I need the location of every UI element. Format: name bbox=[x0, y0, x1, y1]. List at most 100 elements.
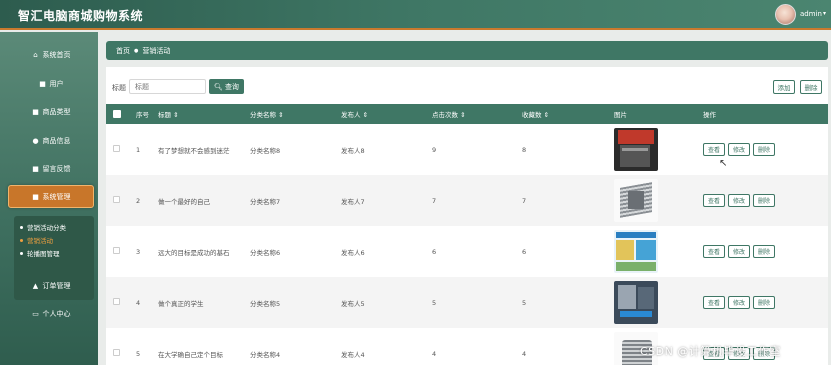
breadcrumb-home[interactable]: 首页 bbox=[116, 46, 130, 56]
cell-no: 3 bbox=[136, 247, 141, 256]
grid-icon: ■ bbox=[32, 164, 39, 173]
top-header: 智汇电脑商城购物系统 admin ▾ bbox=[0, 0, 831, 30]
col-image: 图片 bbox=[614, 111, 627, 119]
grid-icon: ■ bbox=[39, 79, 46, 88]
submenu-item-label: 营销活动分类 bbox=[27, 224, 66, 232]
submenu-item-activity[interactable]: 营销活动 bbox=[20, 235, 53, 245]
view-button[interactable]: 查看 bbox=[703, 296, 725, 309]
sidebar-item-home[interactable]: ⌂ 系统首页 bbox=[8, 43, 94, 66]
sidebar-item-label: 留言反馈 bbox=[42, 164, 71, 173]
table-row: 3 远大的目标是成功的基石 分类名称6 发布人6 6 6 查看 修改 删除 bbox=[106, 226, 828, 277]
edit-button[interactable]: 修改 bbox=[728, 296, 750, 309]
search-button[interactable]: 🔍︎ 查询 bbox=[209, 79, 244, 94]
app-title: 智汇电脑商城购物系统 bbox=[18, 9, 144, 23]
user-name[interactable]: admin bbox=[800, 10, 822, 18]
bullet-icon bbox=[20, 225, 23, 229]
cell-publisher: 发布人7 bbox=[341, 197, 365, 206]
sidebar-item-label: 系统管理 bbox=[42, 192, 71, 201]
cell-no: 1 bbox=[136, 145, 141, 154]
avatar[interactable] bbox=[775, 4, 796, 25]
cell-clicks: 4 bbox=[432, 349, 437, 358]
activity-image bbox=[614, 230, 658, 273]
caret-down-icon[interactable]: ▾ bbox=[823, 10, 826, 17]
edit-button[interactable]: 修改 bbox=[728, 194, 750, 207]
row-checkbox[interactable] bbox=[113, 247, 120, 254]
delete-button[interactable]: 删除 bbox=[753, 245, 775, 258]
cell-clicks: 7 bbox=[432, 196, 437, 205]
thumb-icon: ▲ bbox=[32, 281, 39, 290]
delete-button[interactable]: 删除 bbox=[753, 296, 775, 309]
search-icon: 🔍︎ bbox=[214, 82, 223, 91]
cell-category: 分类名称7 bbox=[250, 197, 281, 206]
sidebar-item-label: 用户 bbox=[49, 79, 64, 88]
cell-category: 分类名称8 bbox=[250, 146, 281, 155]
delete-button[interactable]: 删除 bbox=[753, 143, 775, 156]
bullet-icon bbox=[20, 251, 23, 255]
cell-publisher: 发布人4 bbox=[341, 350, 365, 359]
batch-delete-button[interactable]: 删除 bbox=[800, 80, 822, 94]
box-icon: ▭ bbox=[32, 309, 39, 318]
row-checkbox[interactable] bbox=[113, 196, 120, 203]
cell-no: 4 bbox=[136, 298, 141, 307]
activity-image bbox=[614, 179, 658, 222]
cell-title: 远大的目标是成功的基石 bbox=[158, 248, 230, 257]
cell-clicks: 9 bbox=[432, 145, 437, 154]
edit-button[interactable]: 修改 bbox=[728, 245, 750, 258]
row-checkbox[interactable] bbox=[113, 298, 120, 305]
col-category[interactable]: 分类名称 ⇕ bbox=[250, 104, 284, 124]
col-no: 序号 bbox=[136, 111, 149, 119]
bullet-icon bbox=[20, 238, 23, 242]
mouse-cursor-icon: ↖ bbox=[719, 158, 728, 169]
delete-button[interactable]: 删除 bbox=[753, 194, 775, 207]
grid-icon: ■ bbox=[32, 192, 39, 201]
sidebar-item-product-types[interactable]: ■ 商品类型 bbox=[8, 100, 94, 123]
col-favorites[interactable]: 收藏数 ⇕ bbox=[522, 104, 549, 124]
activity-image bbox=[614, 281, 658, 324]
view-button[interactable]: 查看 bbox=[703, 194, 725, 207]
table-header: 序号 标题 ⇕ 分类名称 ⇕ 发布人 ⇕ 点击次数 ⇕ 收藏数 ⇕ 图片 操作 bbox=[106, 104, 828, 124]
separator-dot-icon: ● bbox=[134, 47, 139, 54]
cell-title: 有了梦想就不会感到迷茫 bbox=[158, 146, 230, 155]
search-label: 标题 bbox=[112, 84, 126, 92]
cell-title: 在大学确自己定个目标 bbox=[158, 350, 223, 359]
cell-favorites: 5 bbox=[522, 298, 527, 307]
col-title[interactable]: 标题 ⇕ bbox=[158, 104, 179, 124]
cell-publisher: 发布人5 bbox=[341, 299, 365, 308]
cell-favorites: 7 bbox=[522, 196, 527, 205]
sidebar: ⌂ 系统首页 ■ 用户 ■ 商品类型 ● 商品信息 ■ 留言反馈 ■ 系统管理 … bbox=[0, 32, 98, 365]
sidebar-item-label: 系统首页 bbox=[42, 50, 71, 59]
sidebar-item-product-info[interactable]: ● 商品信息 bbox=[8, 129, 94, 152]
col-actions: 操作 bbox=[703, 111, 716, 119]
sidebar-item-users[interactable]: ■ 用户 bbox=[8, 72, 94, 95]
user-icon: ● bbox=[32, 136, 39, 145]
col-clicks[interactable]: 点击次数 ⇕ bbox=[432, 104, 466, 124]
sidebar-item-feedback[interactable]: ■ 留言反馈 bbox=[8, 157, 94, 180]
search-input[interactable] bbox=[129, 79, 206, 94]
col-publisher[interactable]: 发布人 ⇕ bbox=[341, 104, 368, 124]
cell-favorites: 4 bbox=[522, 349, 527, 358]
table-row: 4 做个真正的学生 分类名称5 发布人5 5 5 查看 修改 删除 bbox=[106, 277, 828, 328]
sidebar-item-orders[interactable]: ▲ 订单管理 bbox=[8, 274, 94, 297]
sidebar-item-label: 商品类型 bbox=[42, 107, 71, 116]
submenu-item-label: 营销活动 bbox=[27, 237, 53, 245]
sidebar-item-system[interactable]: ■ 系统管理 bbox=[8, 185, 94, 208]
cell-clicks: 5 bbox=[432, 298, 437, 307]
cell-no: 2 bbox=[136, 196, 141, 205]
breadcrumb: 首页 ● 营销活动 bbox=[106, 41, 828, 60]
submenu-item-activity-category[interactable]: 营销活动分类 bbox=[20, 222, 66, 232]
sidebar-item-label: 商品信息 bbox=[42, 136, 71, 145]
view-button[interactable]: 查看 bbox=[703, 245, 725, 258]
row-checkbox[interactable] bbox=[113, 349, 120, 356]
submenu-item-carousel[interactable]: 轮播图管理 bbox=[20, 248, 60, 258]
sidebar-item-profile[interactable]: ▭ 个人中心 bbox=[8, 302, 94, 325]
edit-button[interactable]: 修改 bbox=[728, 143, 750, 156]
cell-favorites: 6 bbox=[522, 247, 527, 256]
select-all-checkbox[interactable] bbox=[113, 110, 121, 118]
sidebar-item-label: 订单管理 bbox=[42, 281, 71, 290]
cell-category: 分类名称4 bbox=[250, 350, 281, 359]
view-button[interactable]: 查看 bbox=[703, 143, 725, 156]
row-checkbox[interactable] bbox=[113, 145, 120, 152]
breadcrumb-current: 营销活动 bbox=[142, 46, 171, 55]
add-button[interactable]: 添加 bbox=[773, 80, 795, 94]
cell-title: 做个真正的学生 bbox=[158, 299, 204, 308]
